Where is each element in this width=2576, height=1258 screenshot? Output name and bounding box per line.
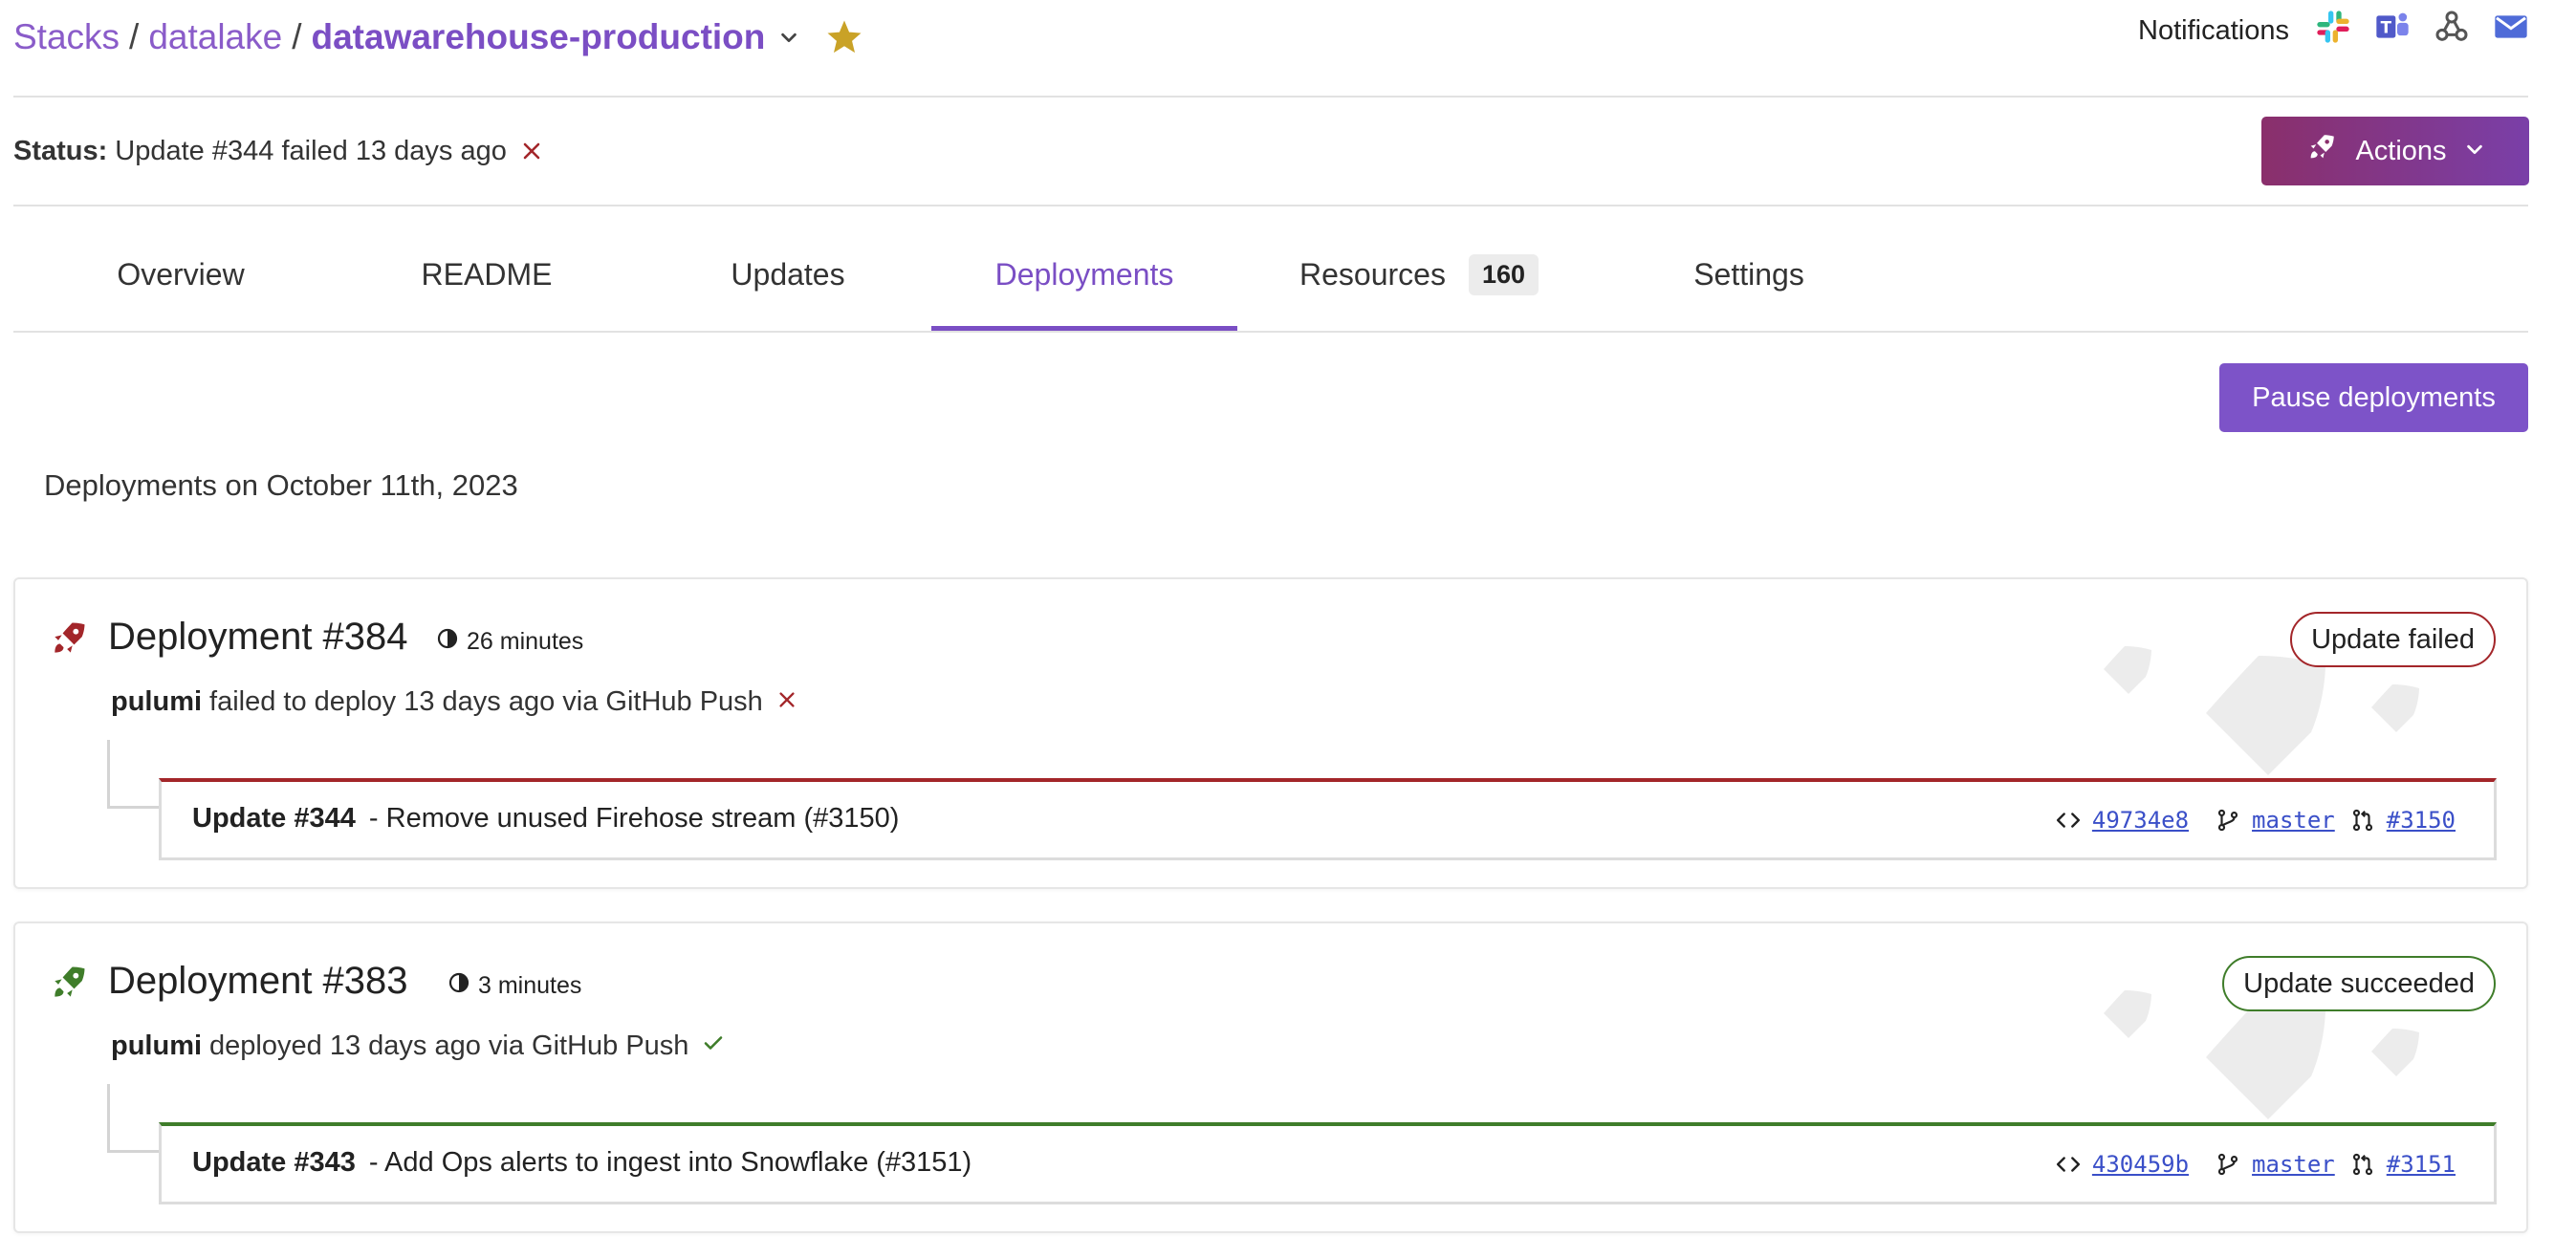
deployment-summary: pulumi deployed 13 days ago via GitHub P… [111,1030,725,1062]
deployment-failed-rocket-icon [48,618,90,664]
deployment-summary-text: failed to deploy 13 days ago via GitHub … [209,686,763,717]
update-row[interactable]: Update #344 - Remove unused Firehose str… [159,778,2497,860]
pause-deployments-button[interactable]: Pause deployments [2219,363,2528,432]
teams-icon[interactable]: T [2373,8,2412,54]
deployment-duration: 26 minutes [436,627,583,657]
update-description: Update #343 - Add Ops alerts to ingest i… [192,1147,971,1179]
status-text: Update #344 failed 13 days ago [115,135,507,166]
actions-button[interactable]: Actions [2261,117,2529,185]
favorite-star-icon[interactable] [824,17,864,57]
deployment-card[interactable]: Deployment #384 26 minutes pulumi failed… [13,577,2528,889]
breadcrumb-stack-name[interactable]: datawarehouse-production [312,17,766,57]
timer-icon [436,627,459,657]
timer-icon [448,971,470,1001]
update-id: Update #343 [192,1147,356,1178]
pull-request-link[interactable]: #3151 [2387,1151,2456,1178]
update-description: Update #344 - Remove unused Firehose str… [192,803,899,835]
deployment-summary: pulumi failed to deploy 13 days ago via … [111,686,797,718]
breadcrumb-separator: / [129,17,140,56]
chevron-down-icon [2464,136,2485,167]
code-icon [2056,808,2081,833]
pull-request-icon [2350,1152,2375,1177]
failed-x-icon [776,686,797,718]
breadcrumb-separator: / [292,17,302,56]
status-divider [13,205,2528,206]
deployment-user: pulumi [111,1030,203,1061]
branch-link[interactable]: master [2252,1151,2335,1178]
deployment-card[interactable]: Deployment #383 3 minutes pulumi deploye… [13,922,2528,1233]
branch-icon [2216,1152,2240,1177]
tab-settings[interactable]: Settings [1629,218,1868,331]
tab-readme[interactable]: README [377,218,597,331]
code-icon [2056,1152,2081,1177]
status-label: Status: [13,135,108,166]
deployment-duration: 3 minutes [448,971,581,1001]
actions-label: Actions [2355,135,2447,166]
tree-connector [107,740,159,809]
tab-label: Settings [1693,256,1804,292]
breadcrumb: Stacks / datalake / datawarehouse-produc… [13,11,864,63]
rocket-icon [2305,131,2338,171]
status-badge: Update succeeded [2222,956,2496,1011]
deployment-title[interactable]: Deployment #383 [108,960,408,1003]
commit-link[interactable]: 49734e8 [2092,807,2189,834]
tabs-divider [13,331,2528,333]
stack-switcher-chevron-icon[interactable] [778,27,799,48]
pull-request-link[interactable]: #3150 [2387,807,2456,834]
tab-label: Deployments [994,256,1174,292]
tab-overview[interactable]: Overview [71,218,291,331]
update-row[interactable]: Update #343 - Add Ops alerts to ingest i… [159,1122,2497,1204]
deployment-summary-text: deployed 13 days ago via GitHub Push [209,1030,689,1061]
update-meta: 430459b master #3151 [2056,1151,2456,1178]
deployments-date-heading: Deployments on October 11th, 2023 [44,468,518,502]
slack-icon[interactable] [2314,8,2352,54]
update-meta: 49734e8 master #3150 [2056,807,2456,834]
failed-x-icon [520,140,543,163]
branch-link[interactable]: master [2252,807,2335,834]
tab-label: Resources [1299,256,1446,292]
breadcrumb-org-link[interactable]: Stacks [13,17,120,57]
email-icon[interactable] [2492,8,2530,54]
deployment-title[interactable]: Deployment #384 [108,616,408,659]
update-message: - Remove unused Firehose stream (#3150) [368,803,900,834]
tab-updates[interactable]: Updates [673,218,903,331]
update-message: - Add Ops alerts to ingest into Snowflak… [368,1147,972,1178]
header-divider [13,96,2528,98]
stack-tabs: Overview README Updates Deployments Reso… [13,218,2528,331]
svg-text:T: T [2381,19,2392,37]
pull-request-icon [2350,808,2375,833]
success-check-icon [702,1030,725,1062]
notifications-bar: Notifications T [2138,8,2530,54]
notifications-label: Notifications [2138,14,2289,46]
breadcrumb-project-link[interactable]: datalake [148,17,282,57]
stack-status: Status: Update #344 failed 13 days ago [13,130,543,172]
commit-link[interactable]: 430459b [2092,1151,2189,1178]
resources-count-badge: 160 [1468,253,1539,295]
tab-resources[interactable]: Resources 160 [1276,218,1562,331]
duration-text: 3 minutes [478,972,582,999]
deployment-succeeded-rocket-icon [48,962,90,1009]
duration-text: 26 minutes [467,628,584,655]
tab-label: Updates [731,256,845,292]
update-id: Update #344 [192,803,356,834]
tab-label: Overview [117,256,245,292]
webhook-icon[interactable] [2433,8,2471,54]
branch-icon [2216,808,2240,833]
tree-connector [107,1084,159,1153]
tab-deployments[interactable]: Deployments [931,218,1237,331]
tab-label: README [421,256,553,292]
deployment-user: pulumi [111,686,203,717]
status-badge: Update failed [2290,612,2496,667]
